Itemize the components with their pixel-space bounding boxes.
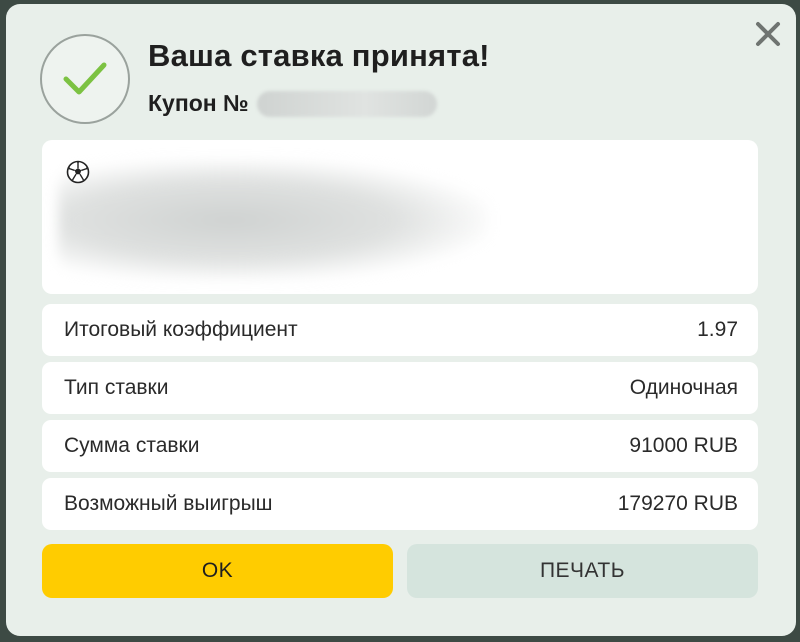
close-icon	[756, 22, 780, 46]
action-buttons: OK ПЕЧАТЬ	[42, 544, 758, 598]
close-button[interactable]	[752, 18, 784, 50]
success-indicator	[40, 34, 130, 124]
detail-value: 179270 RUB	[617, 492, 738, 515]
event-info-redacted	[58, 160, 488, 280]
bet-details: Итоговый коэффициент 1.97 Тип ставки Оди…	[42, 304, 758, 536]
dialog-title: Ваша ставка принята!	[148, 38, 490, 73]
detail-label: Сумма ставки	[64, 434, 200, 457]
detail-row-bet-type: Тип ставки Одиночная	[42, 362, 758, 414]
print-button[interactable]: ПЕЧАТЬ	[407, 544, 758, 598]
event-card	[42, 140, 758, 294]
detail-value: 91000 RUB	[629, 434, 738, 457]
coupon-number-redacted	[256, 90, 437, 117]
detail-row-stake: Сумма ставки 91000 RUB	[42, 420, 758, 472]
coupon-label: Купон №	[148, 90, 249, 116]
soccer-ball-icon	[66, 160, 90, 184]
ok-button[interactable]: OK	[42, 544, 393, 598]
detail-label: Тип ставки	[64, 376, 169, 399]
detail-row-potential-win: Возможный выигрыш 179270 RUB	[42, 478, 758, 530]
coupon-number: Купон №	[148, 90, 437, 117]
checkmark-icon	[63, 62, 107, 95]
detail-label: Возможный выигрыш	[64, 492, 273, 515]
detail-label: Итоговый коэффициент	[64, 318, 298, 341]
detail-row-total-odds: Итоговый коэффициент 1.97	[42, 304, 758, 356]
bet-confirmation-dialog: Ваша ставка принята! Купон № Итоговый ко…	[6, 4, 796, 636]
detail-value: 1.97	[697, 318, 738, 341]
detail-value: Одиночная	[629, 376, 738, 399]
